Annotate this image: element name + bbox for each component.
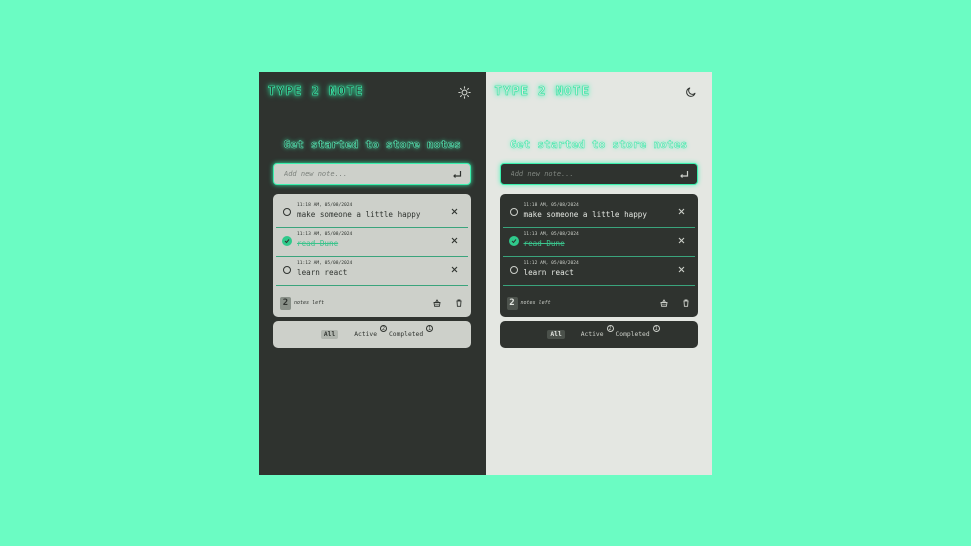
clear-completed-icon[interactable]	[659, 299, 668, 307]
close-icon[interactable]	[451, 266, 458, 273]
notes-list: 11:18 AM, 05/08/2024 make someone a litt…	[273, 194, 471, 317]
clear-completed-icon[interactable]	[433, 299, 441, 307]
close-icon[interactable]	[678, 208, 685, 215]
notes-left-label: notes left	[520, 300, 551, 306]
note-item[interactable]: 11:18 AM, 05/08/2024 make someone a litt…	[276, 199, 468, 228]
checkmark-icon	[511, 239, 516, 244]
note-timestamp: 11:13 AM, 05/08/2024	[297, 232, 353, 237]
page-heading: Get started to store notes	[510, 138, 688, 152]
notes-footer: 2 notes left	[280, 296, 463, 310]
new-note-field[interactable]	[499, 163, 698, 185]
app-brand: TYPE 2 NOTE	[494, 84, 591, 99]
filter-completed[interactable]: Completed 1	[389, 325, 434, 338]
note-checkbox[interactable]	[509, 266, 518, 274]
note-item[interactable]: 11:12 AM, 05/08/2024 learn react	[276, 257, 468, 286]
filter-active-label: Active	[354, 331, 377, 338]
active-count-badge: 2	[606, 325, 614, 332]
note-text: read Dune	[523, 239, 565, 248]
note-text: learn react	[297, 268, 348, 277]
trash-icon[interactable]	[455, 299, 463, 307]
enter-icon[interactable]	[452, 169, 462, 179]
filter-all[interactable]: All	[320, 330, 339, 339]
note-text: learn react	[523, 268, 574, 277]
note-item[interactable]: 11:12 AM, 05/08/2024 learn react	[502, 257, 695, 286]
notes-list: 11:18 AM, 05/08/2024 make someone a litt…	[499, 194, 698, 317]
filter-completed[interactable]: Completed 1	[615, 325, 660, 338]
light-theme-panel: TYPE 2 NOTE Get started to store notes 1…	[485, 72, 712, 475]
new-note-input[interactable]	[510, 170, 679, 178]
note-item[interactable]: 11:13 AM, 05/08/2024 read Dune	[276, 228, 468, 257]
filter-all[interactable]: All	[547, 330, 565, 339]
notes-left-label: notes left	[294, 300, 325, 306]
note-timestamp: 11:12 AM, 05/08/2024	[523, 261, 579, 266]
page-heading: Get started to store notes	[283, 138, 461, 152]
note-timestamp: 11:13 AM, 05/08/2024	[523, 232, 579, 237]
trash-icon[interactable]	[682, 299, 690, 307]
filter-completed-label: Completed	[615, 331, 650, 338]
checkmark-icon	[284, 239, 290, 244]
note-checkbox[interactable]	[509, 208, 518, 216]
filter-active[interactable]: Active 2	[354, 325, 387, 338]
app-preview-frame: TYPE 2 NOTE Get started to store notes 1…	[259, 72, 712, 475]
note-text: make someone a little happy	[523, 210, 647, 219]
notes-footer: 2 notes left	[506, 296, 690, 310]
filter-active-label: Active	[580, 331, 604, 338]
completed-count-badge: 1	[426, 325, 434, 332]
sun-icon	[458, 85, 471, 99]
dark-theme-panel: TYPE 2 NOTE Get started to store notes 1…	[259, 72, 486, 475]
moon-icon	[686, 87, 696, 97]
note-text: read Dune	[297, 239, 339, 248]
note-timestamp: 11:18 AM, 05/08/2024	[523, 203, 579, 208]
filter-bar: All Active 2 Completed 1	[499, 321, 698, 348]
note-item[interactable]: 11:18 AM, 05/08/2024 make someone a litt…	[502, 199, 695, 228]
enter-icon[interactable]	[679, 169, 689, 179]
note-checkbox[interactable]	[283, 208, 291, 216]
filter-active[interactable]: Active 2	[580, 325, 614, 338]
filter-bar: All Active 2 Completed 1	[273, 321, 471, 348]
note-item[interactable]: 11:13 AM, 05/08/2024 read Dune	[502, 228, 695, 257]
notes-left-count: 2	[506, 296, 518, 310]
close-icon[interactable]	[678, 237, 685, 244]
note-timestamp: 11:12 AM, 05/08/2024	[297, 261, 353, 266]
note-text: make someone a little happy	[297, 210, 421, 219]
active-count-badge: 2	[380, 325, 387, 332]
completed-count-badge: 1	[652, 325, 660, 332]
new-note-input[interactable]	[284, 170, 452, 178]
note-checkbox-checked[interactable]	[508, 236, 519, 246]
new-note-field[interactable]	[273, 163, 471, 185]
close-icon[interactable]	[678, 266, 685, 273]
note-timestamp: 11:18 AM, 05/08/2024	[297, 203, 353, 208]
note-checkbox[interactable]	[283, 266, 291, 274]
filter-completed-label: Completed	[389, 331, 424, 338]
theme-toggle-button[interactable]	[458, 85, 472, 99]
close-icon[interactable]	[451, 208, 458, 215]
notes-left-count: 2	[280, 296, 291, 310]
note-checkbox-checked[interactable]	[282, 236, 292, 246]
app-brand: TYPE 2 NOTE	[268, 84, 364, 99]
theme-toggle-button[interactable]	[684, 85, 698, 99]
close-icon[interactable]	[451, 237, 458, 244]
